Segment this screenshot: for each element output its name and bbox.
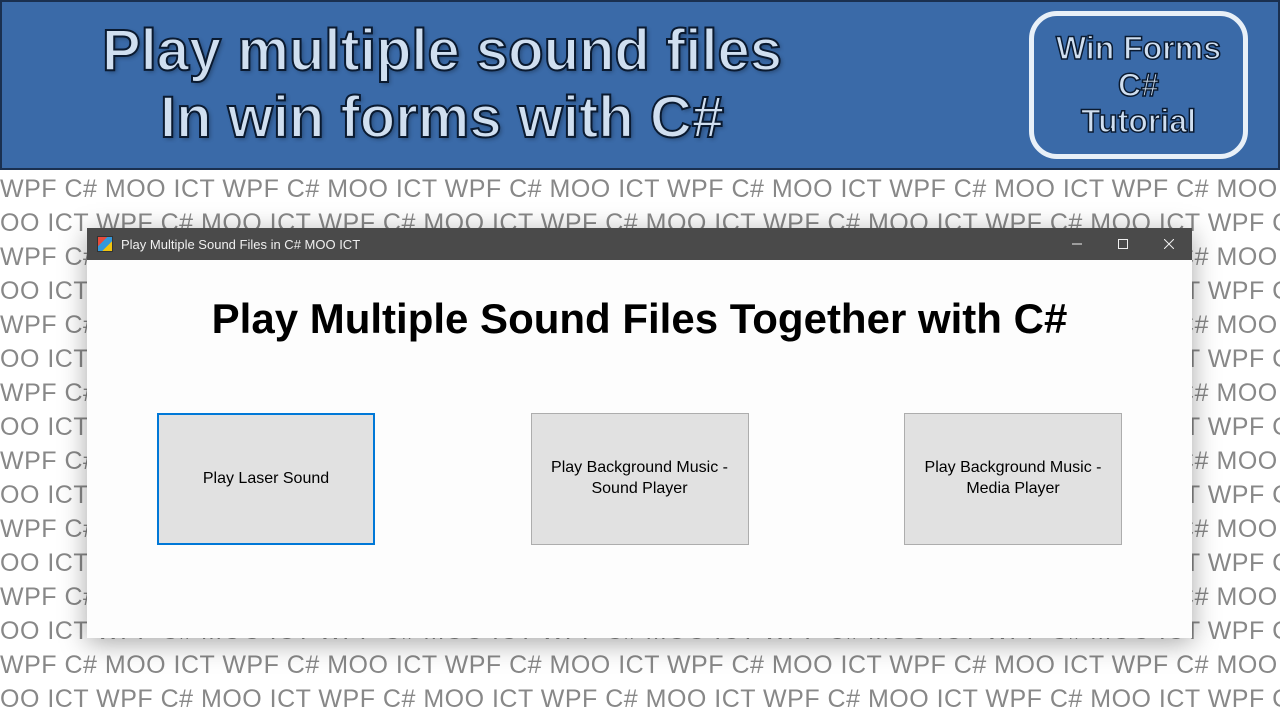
header-title-line1: Play multiple sound files — [102, 18, 782, 85]
badge-line1: Win Forms — [1056, 30, 1221, 67]
titlebar-left: Play Multiple Sound Files in C# MOO ICT — [97, 236, 360, 252]
header-title: Play multiple sound files In win forms w… — [102, 18, 782, 151]
play-bg-music-mediaplayer-button[interactable]: Play Background Music - Media Player — [904, 413, 1122, 545]
winforms-window: Play Multiple Sound Files in C# MOO ICT … — [87, 228, 1192, 638]
app-icon — [97, 236, 113, 252]
badge-line3: Tutorial — [1081, 103, 1196, 140]
window-title-text: Play Multiple Sound Files in C# MOO ICT — [121, 237, 360, 252]
header-badge: Win Forms C# Tutorial — [1029, 11, 1248, 159]
button-row: Play Laser Sound Play Background Music -… — [137, 413, 1142, 545]
header-title-line2: In win forms with C# — [160, 85, 724, 152]
form-heading-label: Play Multiple Sound Files Together with … — [137, 295, 1142, 343]
play-laser-sound-button[interactable]: Play Laser Sound — [157, 413, 375, 545]
titlebar[interactable]: Play Multiple Sound Files in C# MOO ICT — [87, 228, 1192, 260]
play-bg-music-soundplayer-button[interactable]: Play Background Music - Sound Player — [531, 413, 749, 545]
maximize-button[interactable] — [1100, 228, 1146, 260]
window-controls — [1054, 228, 1192, 260]
minimize-button[interactable] — [1054, 228, 1100, 260]
thumbnail-header: Play multiple sound files In win forms w… — [0, 0, 1280, 170]
badge-line2: C# — [1118, 67, 1159, 104]
window-client-area: Play Multiple Sound Files Together with … — [87, 260, 1192, 575]
close-button[interactable] — [1146, 228, 1192, 260]
